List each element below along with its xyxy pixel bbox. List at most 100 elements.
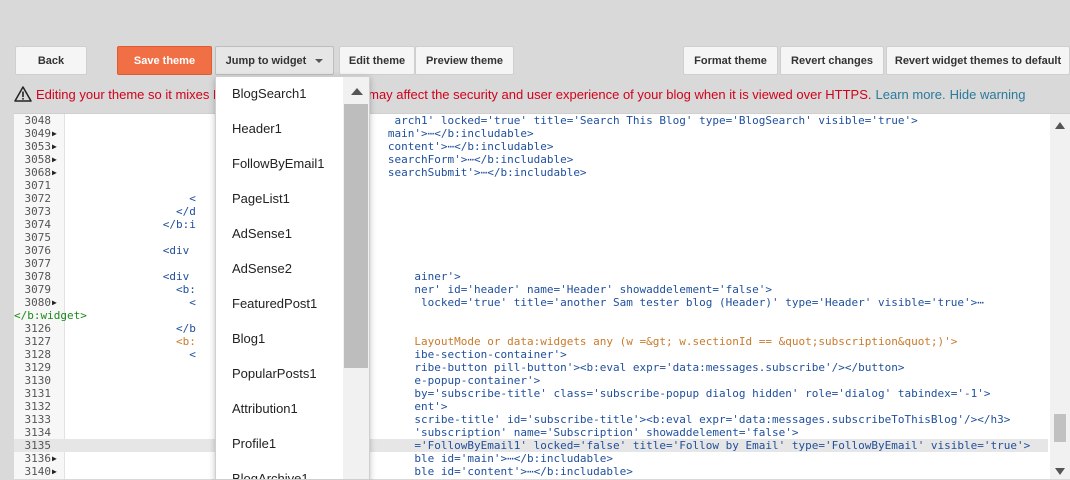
learn-more-link[interactable]: Learn more. xyxy=(876,87,946,102)
edit-theme-button[interactable]: Edit theme xyxy=(339,46,415,75)
dropdown-item[interactable]: Attribution1 xyxy=(232,399,298,419)
preview-theme-button[interactable]: Preview theme xyxy=(415,46,514,75)
dropdown-item[interactable]: PageList1 xyxy=(232,189,290,209)
code-text: ribe-button pill-button'><b:eval expr='d… xyxy=(70,361,905,374)
line-number: 3133 xyxy=(24,413,52,426)
code-line: 3071 xyxy=(14,179,1048,192)
line-number: 3048 xyxy=(24,114,52,127)
code-text: </b:i xyxy=(70,218,196,231)
fold-arrow-icon[interactable]: ▶ xyxy=(52,296,62,309)
code-line: 3134 'subscription' name='Subscription' … xyxy=(14,426,1048,439)
code-line: 3140 ▶ ble id='content'>⋯</b:includable> xyxy=(14,465,1048,478)
line-number: 3131 xyxy=(24,387,52,400)
dropdown-item[interactable]: PopularPosts1 xyxy=(232,364,317,384)
jump-to-widget-dropdown: BlogSearch1 Header1 FollowByEmail1 PageList… xyxy=(215,76,370,480)
line-number: 3128 xyxy=(24,348,52,361)
warning-icon xyxy=(14,86,32,102)
code-text: by='subscribe-title' class='subscribe-po… xyxy=(70,387,991,400)
jump-to-widget-button[interactable]: Jump to widget xyxy=(215,46,334,75)
code-line: 3080 ▶ < locked='true' title='another Sam… xyxy=(14,296,1048,309)
code-line: 3136 ▶ ble id='main'>⋯</b:includable> xyxy=(14,452,1048,465)
dropdown-item[interactable]: FeaturedPost1 xyxy=(232,294,317,314)
code-text: <b: ner' id='header' name='Header' showa… xyxy=(70,283,772,296)
code-text: <div xyxy=(70,244,190,257)
code-line: 3075 xyxy=(14,231,1048,244)
dropdown-item[interactable]: Blog1 xyxy=(232,329,265,349)
save-theme-button[interactable]: Save theme xyxy=(117,46,212,75)
dropdown-scrollbar[interactable] xyxy=(343,77,369,479)
dropdown-scroll-thumb[interactable] xyxy=(344,104,368,368)
scroll-thumb[interactable] xyxy=(1054,414,1066,442)
line-number: 3140 xyxy=(24,465,52,478)
code-line: 3133 scribe-title' id='subscribe-title'>… xyxy=(14,413,1048,426)
fold-arrow-icon[interactable]: ▶ xyxy=(52,153,62,166)
dropdown-item[interactable]: AdSense2 xyxy=(232,259,292,279)
https-warning: Editing your theme so it mixes HTTP and … xyxy=(14,86,1025,102)
code-editor[interactable]: 3048 arch1' locked='true' title='Search … xyxy=(14,113,1070,479)
line-number: 3049 xyxy=(24,127,52,140)
code-line: 3127 <b: LayoutMode or data:widgets any … xyxy=(14,335,1048,348)
line-number: 3075 xyxy=(24,231,52,244)
dropdown-item[interactable]: BlogArchive1 xyxy=(232,469,309,479)
dropdown-item[interactable]: Profile1 xyxy=(232,434,276,454)
code-text: </b:widget> xyxy=(14,309,87,322)
code-line: </b:widget> xyxy=(14,309,1048,322)
code-line: 3077 xyxy=(14,257,1048,270)
code-line: 3068 ▶ searchSubmit'>⋯</b:includable> xyxy=(14,166,1048,179)
fold-arrow-icon[interactable]: ▶ xyxy=(52,452,62,465)
line-number: 3135 xyxy=(24,439,52,452)
code-text: scribe-title' id='subscribe-title'><b:ev… xyxy=(70,413,1011,426)
hide-warning-link[interactable]: Hide warning xyxy=(950,87,1026,102)
dropdown-item[interactable]: BlogSearch1 xyxy=(232,84,306,104)
code-line: 3053 ▶ content'>⋯</b:includable> xyxy=(14,140,1048,153)
code-text: < locked='true' title='another Sam teste… xyxy=(70,296,984,309)
line-number: 3079 xyxy=(24,283,52,296)
code-line: 3130 e-popup-container'> xyxy=(14,374,1048,387)
line-number: 3080 xyxy=(24,296,52,309)
line-number: 3068 xyxy=(24,166,52,179)
dropdown-item[interactable]: FollowByEmail1 xyxy=(232,154,324,174)
code-text: <b: LayoutMode or data:widgets any (w =&… xyxy=(70,335,958,348)
chevron-down-icon xyxy=(315,58,324,63)
code-line: 3131 by='subscribe-title' class='subscri… xyxy=(14,387,1048,400)
format-theme-button[interactable]: Format theme xyxy=(683,46,778,75)
code-line: 3049 ▶ main'>⋯</b:includable> xyxy=(14,127,1048,140)
fold-arrow-icon[interactable]: ▶ xyxy=(52,465,62,478)
code-line: 3072 < xyxy=(14,192,1048,205)
code-line: 3128 < ibe-section-container'> xyxy=(14,348,1048,361)
code-text: < xyxy=(70,192,196,205)
editor-scrollbar[interactable] xyxy=(1050,114,1070,479)
line-number: 3136 xyxy=(24,452,52,465)
line-number: 3072 xyxy=(24,192,52,205)
code-text: </d xyxy=(70,205,196,218)
code-line: 3058 ▶ searchForm'>⋯</b:includable> xyxy=(14,153,1048,166)
revert-changes-button[interactable]: Revert changes xyxy=(780,46,884,75)
line-number: 3058 xyxy=(24,153,52,166)
dropdown-item[interactable]: Header1 xyxy=(232,119,282,139)
code-text: </b xyxy=(70,322,196,335)
line-number: 3127 xyxy=(24,335,52,348)
code-line: 3079 <b: ner' id='header' name='Header' … xyxy=(14,283,1048,296)
back-button[interactable]: Back xyxy=(15,46,87,75)
fold-arrow-icon[interactable]: ▶ xyxy=(52,140,62,153)
code-line: 3078 <div ainer'> xyxy=(14,270,1048,283)
code-line: 3074 </b:i xyxy=(14,218,1048,231)
line-number: 3071 xyxy=(24,179,52,192)
line-number: 3074 xyxy=(24,218,52,231)
code-line: 3126 </b xyxy=(14,322,1048,335)
revert-widget-themes-button[interactable]: Revert widget themes to default xyxy=(886,46,1070,75)
code-line: 3129 ribe-button pill-button'><b:eval ex… xyxy=(14,361,1048,374)
dropdown-item[interactable]: AdSense1 xyxy=(232,224,292,244)
line-number: 3126 xyxy=(24,322,52,335)
fold-arrow-icon[interactable]: ▶ xyxy=(52,127,62,140)
line-number: 3078 xyxy=(24,270,52,283)
scroll-up-icon[interactable] xyxy=(1055,122,1065,129)
fold-arrow-icon[interactable]: ▶ xyxy=(52,166,62,179)
code-line: 3135 ='FollowByEmail1' locked='false' ti… xyxy=(14,439,1048,452)
code-text: arch1' locked='true' title='Search This … xyxy=(70,114,918,127)
scroll-down-icon[interactable] xyxy=(1055,468,1065,475)
scroll-up-icon[interactable] xyxy=(351,88,363,95)
line-number: 3053 xyxy=(24,140,52,153)
code-line: 3073 </d xyxy=(14,205,1048,218)
warning-text: Editing your theme so it mixes HTTP and … xyxy=(36,86,872,102)
